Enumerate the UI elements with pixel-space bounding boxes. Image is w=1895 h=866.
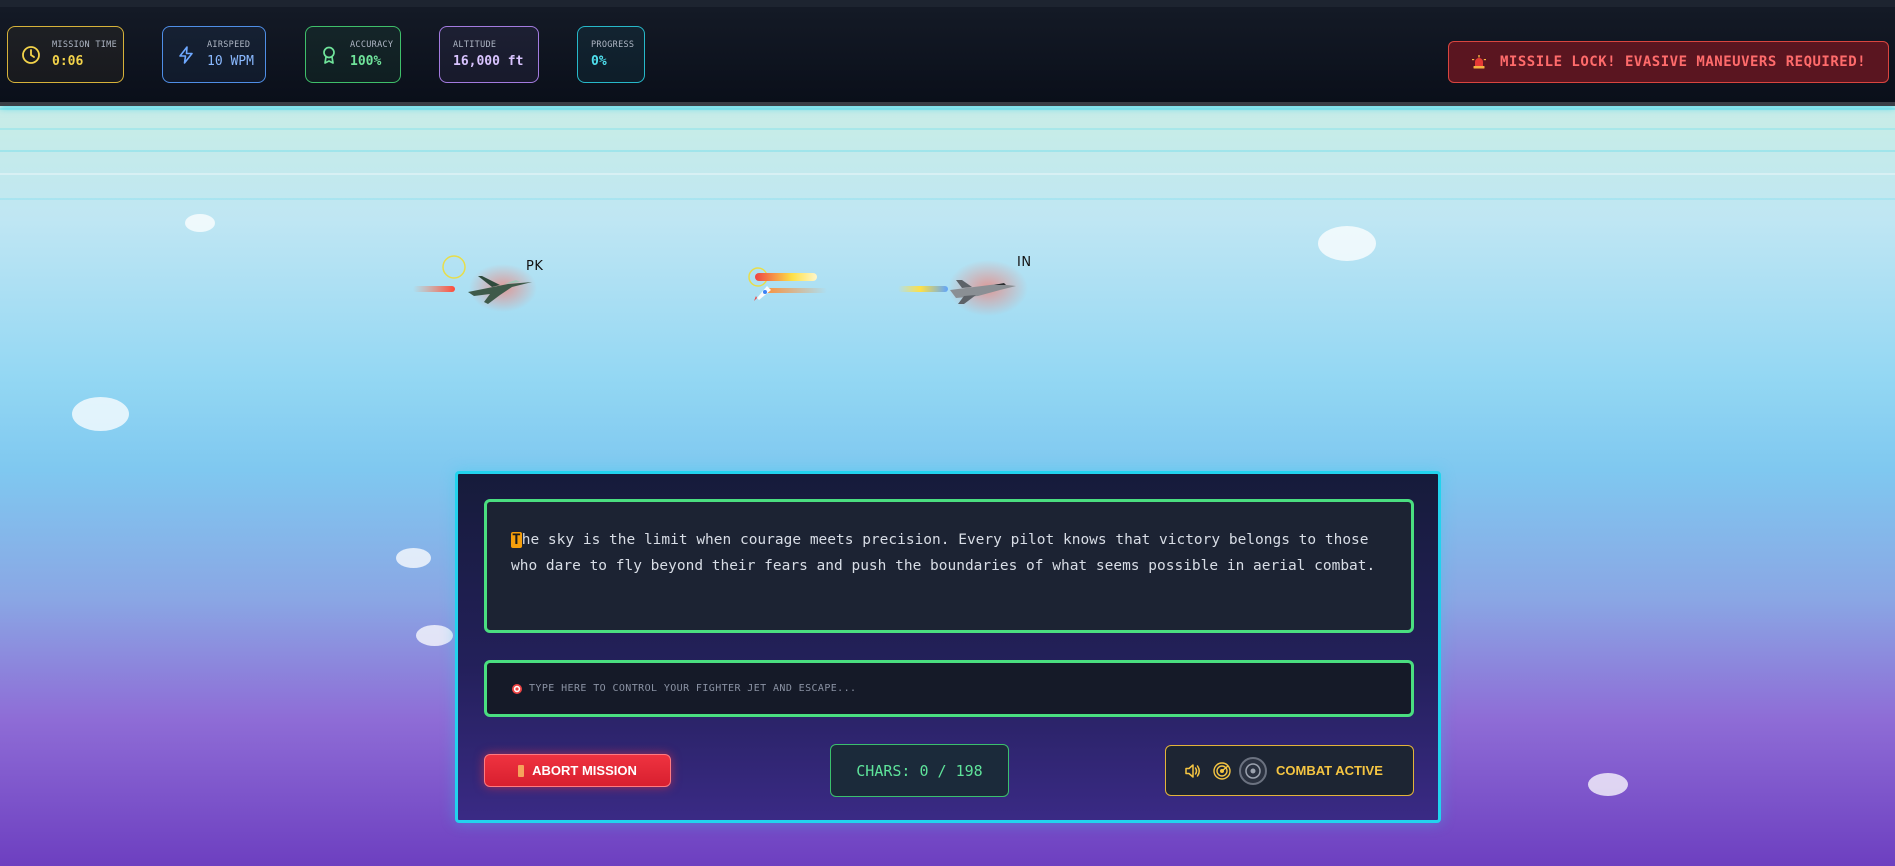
scan-line: [0, 108, 1895, 110]
typing-panel: The sky is the limit when courage meets …: [455, 471, 1441, 823]
cloud: [396, 548, 431, 568]
chars-label: CHARS: 0 / 198: [856, 761, 983, 780]
combat-label: COMBAT ACTIVE: [1276, 763, 1383, 778]
mission-time-label: MISSION TIME: [52, 40, 118, 50]
alert-text: MISSILE LOCK! EVASIVE MANEUVERS REQUIRED…: [1500, 54, 1867, 70]
abort-label: ABORT MISSION: [532, 763, 637, 778]
scan-line: [0, 128, 1895, 130]
abort-mission-button[interactable]: ABORT MISSION: [484, 754, 671, 787]
siren-icon: [1471, 54, 1487, 70]
radar-icon: [1212, 761, 1232, 781]
hud-bar: MISSION TIME 0:06 AIRSPEED 10 WPM ACCURA…: [0, 0, 1895, 102]
typing-input[interactable]: [529, 683, 1411, 694]
cloud: [72, 397, 129, 431]
target-icon: [511, 683, 523, 695]
scan-line: [0, 150, 1895, 152]
progress-value: 0%: [591, 54, 607, 69]
altitude-label: ALTITUDE: [453, 40, 497, 50]
current-char: T: [511, 532, 522, 548]
target-lock-icon: [1238, 756, 1268, 786]
speaker-icon[interactable]: [1184, 763, 1202, 779]
mission-time-value: 0:06: [52, 54, 84, 69]
cloud: [185, 214, 215, 232]
missile: [745, 264, 845, 304]
clock-icon: [20, 44, 42, 66]
chars-counter: CHARS: 0 / 198: [830, 744, 1009, 797]
scan-line: [0, 198, 1895, 200]
enemy-jet: IN: [898, 252, 1038, 318]
accuracy-stat: ACCURACY 100%: [305, 26, 401, 83]
progress-label: PROGRESS: [591, 40, 635, 50]
player-jet-label: PK: [526, 259, 544, 274]
airspeed-label: AIRSPEED: [207, 40, 251, 50]
airspeed-stat: AIRSPEED 10 WPM: [162, 26, 266, 83]
door-icon: [518, 764, 525, 777]
cloud: [1318, 226, 1376, 261]
accuracy-label: ACCURACY: [350, 40, 394, 50]
altitude-stat: ALTITUDE 16,000 ft: [439, 26, 539, 83]
remaining-text: he sky is the limit when courage meets p…: [511, 532, 1376, 574]
player-jet: PK: [408, 254, 543, 314]
typing-input-box[interactable]: [484, 660, 1414, 717]
cloud: [1588, 773, 1628, 796]
scan-line: [0, 173, 1895, 175]
airspeed-value: 10 WPM: [207, 54, 254, 69]
mission-time-stat: MISSION TIME 0:06: [7, 26, 124, 83]
cloud: [416, 625, 453, 646]
missile-lock-alert: MISSILE LOCK! EVASIVE MANEUVERS REQUIRED…: [1448, 41, 1889, 83]
progress-stat: PROGRESS 0%: [577, 26, 645, 83]
rocket-icon: [754, 286, 771, 301]
altitude-value: 16,000 ft: [453, 54, 524, 69]
accuracy-value: 100%: [350, 54, 382, 69]
lightning-icon: [175, 44, 197, 66]
target-text-box: The sky is the limit when courage meets …: [484, 499, 1414, 633]
award-icon: [318, 44, 340, 66]
combat-status: COMBAT ACTIVE: [1165, 745, 1414, 796]
enemy-jet-label: IN: [1017, 255, 1032, 270]
